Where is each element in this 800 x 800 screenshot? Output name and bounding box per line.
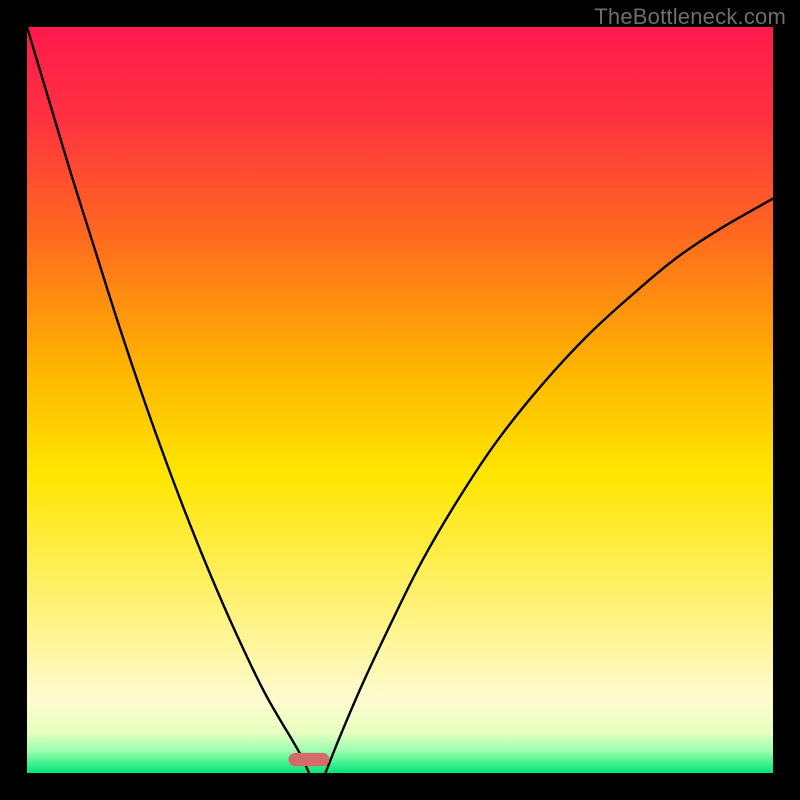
- plot-area: [27, 27, 773, 773]
- outer-frame: TheBottleneck.com: [0, 0, 800, 800]
- minimum-marker: [288, 753, 329, 766]
- plot-svg: [27, 27, 773, 773]
- gradient-background: [27, 27, 773, 773]
- watermark-text: TheBottleneck.com: [594, 4, 786, 30]
